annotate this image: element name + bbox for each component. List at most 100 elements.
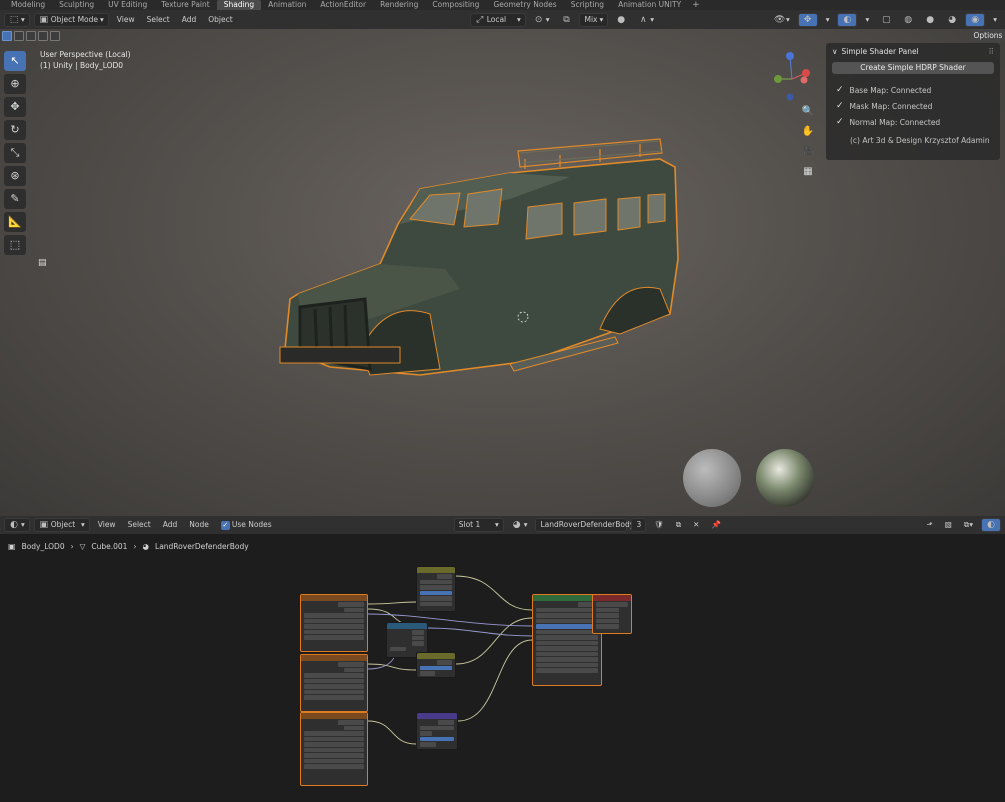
cursor-tool-icon[interactable]: ⊕ — [4, 74, 26, 94]
material-icon: ◕ — [142, 541, 150, 551]
menu-view[interactable]: View — [113, 13, 139, 27]
slot-dropdown[interactable]: Slot 1 ▾ — [453, 518, 504, 532]
menu-object[interactable]: Object — [204, 13, 236, 27]
transform-tool-icon[interactable]: ⊛ — [4, 166, 26, 186]
image-texture-node-base[interactable] — [300, 594, 368, 652]
user-count[interactable]: 3 — [631, 518, 647, 532]
sidebar-toggle-icon[interactable]: ▤ — [38, 258, 50, 270]
rendered-sphere-icon: ◉ — [971, 14, 980, 25]
overlay-toggle[interactable]: ◐ — [837, 12, 858, 27]
move-tool-icon[interactable]: ✥ — [4, 97, 26, 117]
navigation-gizmo[interactable] — [770, 49, 814, 105]
pan-hand-icon[interactable]: ✋ — [798, 123, 818, 141]
add-cube-tool-icon[interactable]: ⬚ — [4, 235, 26, 255]
rotate-tool-icon[interactable]: ↻ — [4, 120, 26, 140]
panel-header[interactable]: ∨ Simple Shader Panel ⠿ — [832, 47, 994, 56]
node-editor-type-dropdown[interactable]: ◐ ▾ — [4, 518, 30, 532]
workspace-tab-animation-unity[interactable]: Animation UNITY — [611, 0, 688, 10]
cube-icon: ▣ — [39, 520, 49, 530]
material-name-field[interactable]: LandRoverDefenderBody — [535, 518, 634, 532]
snap-icon: ⧉ — [563, 14, 570, 25]
fake-user-icon[interactable]: 🛡 — [650, 518, 668, 532]
shader-type-dropdown[interactable]: ▣ Object ▾ — [33, 518, 90, 532]
shading-rendered[interactable]: ◉ — [965, 12, 986, 27]
shading-material[interactable]: ◕ — [943, 13, 961, 27]
pin-icon[interactable]: 📌 — [707, 518, 724, 532]
zoom-icon[interactable]: 🔍 — [798, 103, 818, 121]
drag-handle-icon[interactable]: ⠿ — [989, 47, 995, 56]
workspace-tab-compositing[interactable]: Compositing — [425, 0, 486, 10]
node-header — [387, 623, 427, 629]
select-intersect-icon[interactable] — [50, 31, 60, 41]
image-texture-node-mask[interactable] — [300, 654, 368, 712]
object-mode-dropdown[interactable]: ▣ Object Mode ▾ — [33, 12, 109, 27]
camera-view-icon[interactable]: 🎥 — [798, 143, 818, 161]
unlink-material-icon[interactable]: ✕ — [689, 518, 703, 532]
options-button[interactable]: Options — [971, 29, 1005, 42]
node-menu-add[interactable]: Add — [159, 518, 182, 532]
menu-select[interactable]: Select — [143, 13, 174, 27]
node-menu-select[interactable]: Select — [124, 518, 155, 532]
image-texture-node-normal[interactable] — [300, 712, 368, 786]
editor-type-dropdown[interactable]: ⬚ ▾ — [4, 12, 30, 27]
perspective-grid-icon[interactable]: ▦ — [798, 163, 818, 181]
add-workspace-icon[interactable]: + — [688, 0, 704, 10]
breadcrumb-material[interactable]: LandRoverDefenderBody — [155, 542, 249, 551]
transform-orientation-dropdown[interactable]: ⤢ Local ▾ — [469, 12, 526, 27]
snapping-toggle[interactable]: ⧉ — [557, 13, 575, 27]
workspace-tab-actioneditor[interactable]: ActionEditor — [313, 0, 373, 10]
mix-multiply-node[interactable] — [416, 566, 456, 612]
breadcrumb-mesh[interactable]: Cube.001 — [91, 542, 127, 551]
orientation-icon: ⤢ — [476, 14, 484, 25]
snapping-node-icon[interactable]: ⧉▾ — [960, 518, 977, 532]
gizmo-dropdown[interactable]: ▾ — [822, 13, 834, 27]
3d-viewport[interactable]: ↖ ⊕ ✥ ↻ ⤡ ⊛ ✎ 📐 ⬚ ▤ User Perspective (Lo… — [0, 29, 1005, 516]
select-extend-icon[interactable] — [14, 31, 24, 41]
invert-node[interactable] — [416, 652, 456, 678]
select-subtract-icon[interactable] — [26, 31, 36, 41]
select-new-icon[interactable] — [2, 31, 12, 41]
gizmo-toggle[interactable]: ✥ — [797, 12, 818, 27]
xray-toggle[interactable]: ▢ — [877, 13, 895, 27]
material-browse-dropdown[interactable]: ◕ ▾ — [508, 518, 532, 532]
menu-add[interactable]: Add — [178, 13, 201, 27]
select-invert-icon[interactable] — [38, 31, 48, 41]
workspace-tab-modeling[interactable]: Modeling — [4, 0, 52, 10]
node-editor-header: ◐ ▾ ▣ Object ▾ View Select Add Node ✓ Use No… — [0, 516, 1005, 534]
node-header — [417, 653, 455, 659]
proportional-edit-toggle[interactable]: ● — [612, 13, 630, 27]
create-hdrp-shader-button[interactable]: Create Simple HDRP Shader — [832, 62, 994, 74]
workspace-tab-sculpting[interactable]: Sculpting — [52, 0, 101, 10]
scale-tool-icon[interactable]: ⤡ — [4, 143, 26, 163]
overlay-dropdown[interactable]: ▾ — [861, 13, 873, 27]
workspace-tab-texture-paint[interactable]: Texture Paint — [154, 0, 216, 10]
falloff-dropdown[interactable]: ∧ ▾ — [634, 13, 658, 27]
workspace-tab-geometry-nodes[interactable]: Geometry Nodes — [486, 0, 563, 10]
pivot-point-dropdown[interactable]: ⊙ ▾ — [530, 13, 554, 27]
duplicate-material-icon[interactable]: ⧉ — [672, 518, 685, 532]
shading-solid[interactable]: ● — [921, 13, 939, 27]
shading-dropdown[interactable]: ▾ — [989, 13, 1001, 27]
node-graph[interactable] — [0, 556, 1005, 802]
visibility-dropdown[interactable]: 👁 ▾ — [770, 13, 794, 27]
select-tool-icon[interactable]: ↖ — [4, 51, 26, 71]
breadcrumb-object[interactable]: Body_LOD0 — [22, 542, 65, 551]
shading-wireframe[interactable]: ◍ — [899, 13, 917, 27]
node-menu-view[interactable]: View — [94, 518, 120, 532]
land-rover-model[interactable] — [270, 129, 690, 379]
annotate-tool-icon[interactable]: ✎ — [4, 189, 26, 209]
parent-node-tree-icon[interactable]: ⬏ — [923, 518, 937, 532]
node-menu-node[interactable]: Node — [185, 518, 213, 532]
workspace-tab-animation[interactable]: Animation — [261, 0, 313, 10]
overlay-node-toggle[interactable]: ◐ — [981, 518, 1001, 532]
workspace-tab-uv-editing[interactable]: UV Editing — [101, 0, 154, 10]
snap-mode-dropdown[interactable]: Mix ▾ — [579, 12, 609, 27]
backdrop-toggle-icon[interactable]: ▧ — [941, 518, 956, 532]
material-output-node[interactable] — [592, 594, 632, 634]
workspace-tab-scripting[interactable]: Scripting — [564, 0, 611, 10]
workspace-tab-rendering[interactable]: Rendering — [373, 0, 425, 10]
normal-map-node[interactable] — [416, 712, 458, 750]
use-nodes-checkbox[interactable]: ✓ Use Nodes — [217, 518, 276, 532]
workspace-tab-shading[interactable]: Shading — [216, 0, 262, 10]
measure-tool-icon[interactable]: 📐 — [4, 212, 26, 232]
